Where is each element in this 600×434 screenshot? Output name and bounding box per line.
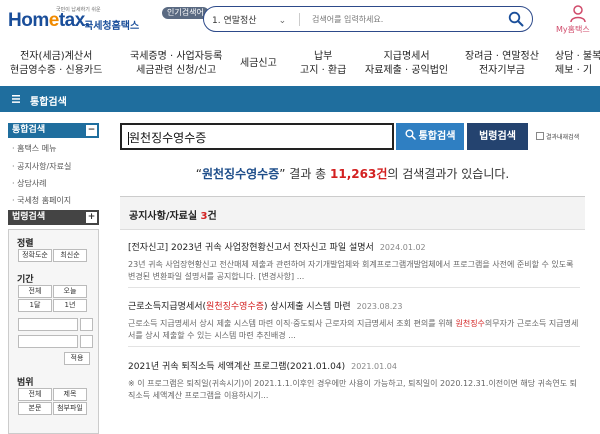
- calendar-icon[interactable]: [80, 335, 93, 348]
- sidebar: 통합검색 − · 홈택스 메뉴 · 공지사항/자료실 · 상담사례 · 국세청 …: [8, 123, 99, 434]
- page-title-bar: 통합검색: [0, 86, 600, 112]
- nav-consultation[interactable]: 상담 · 불복 제보 · 기: [555, 50, 600, 78]
- top-search-input[interactable]: [312, 11, 502, 27]
- start-date-input[interactable]: [18, 318, 78, 331]
- my-hometax-button[interactable]: My홈택스: [556, 4, 600, 34]
- divider: [128, 346, 580, 347]
- scope-title-button[interactable]: 제목: [53, 388, 87, 401]
- divider: [128, 287, 580, 288]
- person-icon: [570, 5, 586, 23]
- scope-body-button[interactable]: 본문: [18, 402, 52, 415]
- sidebar-item-consult-cases[interactable]: · 상담사례: [12, 178, 47, 189]
- collapse-icon[interactable]: −: [86, 125, 97, 136]
- search-query: 원천징수영수증: [129, 131, 207, 145]
- list-item: 2021년 귀속 퇴직소득 세액계산 프로그램(2021.01.04) 2021.…: [128, 359, 580, 402]
- sort-latest-button[interactable]: 최신순: [53, 249, 87, 262]
- chevron-down-icon: ⌄: [278, 16, 287, 26]
- logo-korean-name: 국세청홈택스: [84, 21, 140, 32]
- result-description: 근로소득 지급명세서 상시 제출 시스템 마련 이직·중도퇴사 근로자의 지급명…: [128, 319, 579, 340]
- result-date: 2023.08.23: [356, 302, 403, 311]
- list-item: [전자신고] 2023년 귀속 사업장현황신고서 전자신고 파일 설명서 2024…: [128, 240, 580, 283]
- result-title[interactable]: 2021년 귀속 퇴직소득 세액계산 프로그램(2021.01.04) 2021.…: [128, 359, 580, 372]
- result-date: 2021.01.04: [351, 362, 397, 371]
- my-hometax-label: My홈택스: [556, 25, 590, 34]
- hometax-logo[interactable]: 국민이 납세하기 쉬운 Hometax. 국세청홈택스: [8, 4, 148, 34]
- scope-all-button[interactable]: 전체: [18, 388, 52, 401]
- popular-keyword-select[interactable]: 1. 연말정산 ⌄: [212, 13, 286, 26]
- section-header: 공지사항/자료실 3건: [120, 197, 585, 230]
- period-1month-button[interactable]: 1달: [18, 299, 52, 312]
- sort-title: 정렬: [17, 239, 34, 249]
- calendar-icon[interactable]: [80, 318, 93, 331]
- result-summary: “원천징수영수증” 결과 총 11,263건의 검색결과가 있습니다.: [195, 167, 510, 181]
- nav-payment-statements[interactable]: 지급명세서 자료제출 · 공익법인: [365, 50, 448, 78]
- end-date-input[interactable]: [18, 335, 78, 348]
- scope-title: 범위: [17, 378, 34, 388]
- period-title: 기간: [17, 275, 34, 285]
- nav-incentives[interactable]: 장려금 · 연말정산 전자기부금: [465, 50, 539, 78]
- sort-accuracy-button[interactable]: 정확도순: [18, 249, 52, 262]
- period-today-button[interactable]: 오늘: [53, 285, 87, 298]
- sidebar-item-nts-homepage[interactable]: · 국세청 홈페이지: [12, 195, 71, 206]
- list-item: 근로소득지급명세서(원천징수영수증) 상시제출 시스템 마련 2023.08.23…: [128, 299, 580, 342]
- result-title[interactable]: [전자신고] 2023년 귀속 사업장현황신고서 전자신고 파일 설명서 2024…: [128, 240, 580, 253]
- scope-attachment-button[interactable]: 첨부파일: [53, 402, 87, 415]
- logo-brand: Hometax.: [8, 10, 90, 31]
- page-title: 통합검색: [30, 97, 67, 108]
- main-navigation: 전자(세금)계산서 현금영수증 · 신용카드 국세증명 · 사업자등록 세금관련 신…: [0, 50, 600, 80]
- sidebar-integrated-search-header[interactable]: 통합검색 −: [8, 123, 99, 138]
- summary-count: 11,263: [330, 167, 377, 181]
- sidebar-item-hometax-menu[interactable]: · 홈택스 메뉴: [12, 143, 56, 154]
- menu-icon[interactable]: [12, 95, 20, 103]
- divider: [299, 13, 300, 26]
- period-all-button[interactable]: 전체: [18, 285, 52, 298]
- search-within-label: 결과내재검색: [546, 134, 580, 141]
- search-icon: [405, 129, 416, 140]
- popular-keywords-badge: 인기검색어: [162, 7, 209, 19]
- section-title: 공지사항/자료실 3건: [129, 211, 217, 222]
- law-search-button[interactable]: 법령검색: [467, 123, 528, 150]
- sidebar-item-notices[interactable]: · 공지사항/자료실: [12, 161, 71, 172]
- period-1year-button[interactable]: 1년: [53, 299, 87, 312]
- search-icon[interactable]: [508, 11, 524, 27]
- integrated-search-button[interactable]: 통합검색: [396, 123, 464, 150]
- main-search-input[interactable]: 원천징수영수증: [120, 123, 394, 150]
- sidebar-law-search-header[interactable]: 법령검색 +: [8, 210, 99, 225]
- search-within-checkbox[interactable]: [536, 132, 544, 140]
- expand-icon[interactable]: +: [86, 212, 97, 223]
- result-date: 2024.01.02: [379, 243, 426, 252]
- apply-button[interactable]: 적용: [64, 352, 90, 365]
- result-title[interactable]: 근로소득지급명세서(원천징수영수증) 상시제출 시스템 마련 2023.08.23: [128, 299, 580, 312]
- top-search-bar: 1. 연말정산 ⌄: [203, 6, 533, 32]
- nav-certificates[interactable]: 국세증명 · 사업자등록 세금관련 신청/신고: [130, 50, 222, 78]
- search-filter-panel: 정렬 정확도순 최신순 기간 전체 오늘 1달 1년 적용 범위 전체 제목 본…: [8, 229, 99, 434]
- nav-tax-return[interactable]: 세금신고: [240, 57, 277, 71]
- nav-e-invoice[interactable]: 전자(세금)계산서 현금영수증 · 신용카드: [10, 50, 102, 78]
- result-description: 23년 귀속 사업장현황신고 전산매체 제출과 관련하여 자기개발업체와 회계프…: [128, 260, 574, 281]
- nav-payment[interactable]: 납부 고지 · 환급: [300, 50, 346, 78]
- result-description: ※ 이 프로그램은 퇴직일(귀속시기)이 2021.1.1.이후인 경우에만 사…: [128, 379, 577, 400]
- notice-results-section: 공지사항/자료실 3건 [전자신고] 2023년 귀속 사업장현황신고서 전자신…: [120, 196, 585, 434]
- summary-keyword: 원천징수영수증: [201, 167, 280, 181]
